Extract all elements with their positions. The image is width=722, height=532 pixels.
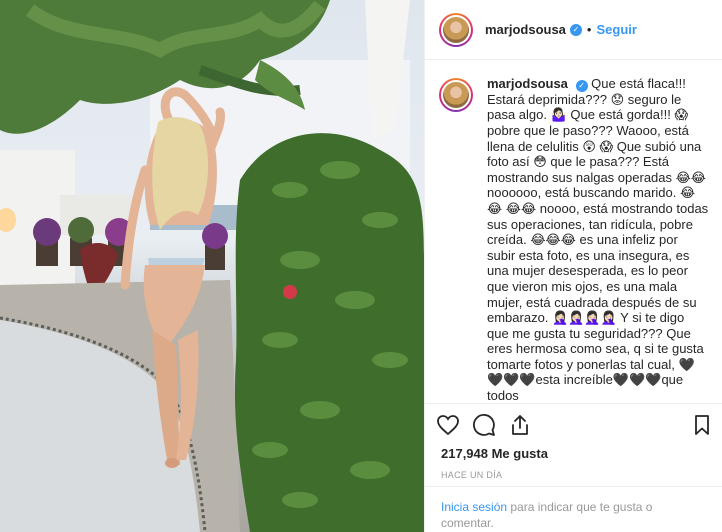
- caption: marjodsousa ✓ Que está flaca!!! Estará d…: [487, 76, 709, 402]
- caption-avatar[interactable]: [439, 78, 473, 112]
- caption-avatar-image: [443, 82, 469, 108]
- caption-verified-icon: ✓: [575, 79, 588, 92]
- post-timestamp: HACE UN DÍA: [441, 470, 503, 480]
- verified-badge-icon: ✓: [569, 23, 582, 36]
- heart-icon[interactable]: [435, 412, 461, 438]
- post-photo-illustration: [0, 0, 424, 532]
- comments-area[interactable]: marjodsousa ✓ Que está flaca!!! Estará d…: [425, 60, 722, 402]
- caption-text: Que está flaca!!! Estará deprimida??? 😟 …: [487, 76, 709, 402]
- post-photo[interactable]: [0, 0, 424, 532]
- red-flower: [283, 285, 297, 299]
- login-link[interactable]: Inicia sesión: [441, 500, 507, 514]
- caption-username[interactable]: marjodsousa: [487, 76, 568, 91]
- share-icon[interactable]: [507, 412, 533, 438]
- avatar-border: [441, 14, 471, 45]
- login-prompt: Inicia sesión para indicar que te gusta …: [425, 486, 722, 532]
- action-section: 217,948 Me gusta HACE UN DÍA: [425, 403, 722, 499]
- post-side-panel: marjodsousa ✓ • Seguir marjodsousa ✓ Que…: [424, 0, 722, 532]
- comment-icon[interactable]: [471, 412, 497, 438]
- header-username[interactable]: marjodsousa: [485, 22, 566, 37]
- likes-count[interactable]: 217,948 Me gusta: [441, 446, 548, 461]
- hedge: [234, 133, 424, 532]
- action-icons: [435, 412, 533, 438]
- avatar-image: [443, 16, 469, 43]
- follow-button[interactable]: Seguir: [596, 22, 636, 37]
- bookmark-icon[interactable]: [689, 412, 715, 438]
- separator-dot: •: [586, 22, 592, 37]
- post-header: marjodsousa ✓ • Seguir: [425, 0, 722, 60]
- avatar[interactable]: [439, 12, 473, 47]
- caption-avatar-border: [441, 80, 471, 110]
